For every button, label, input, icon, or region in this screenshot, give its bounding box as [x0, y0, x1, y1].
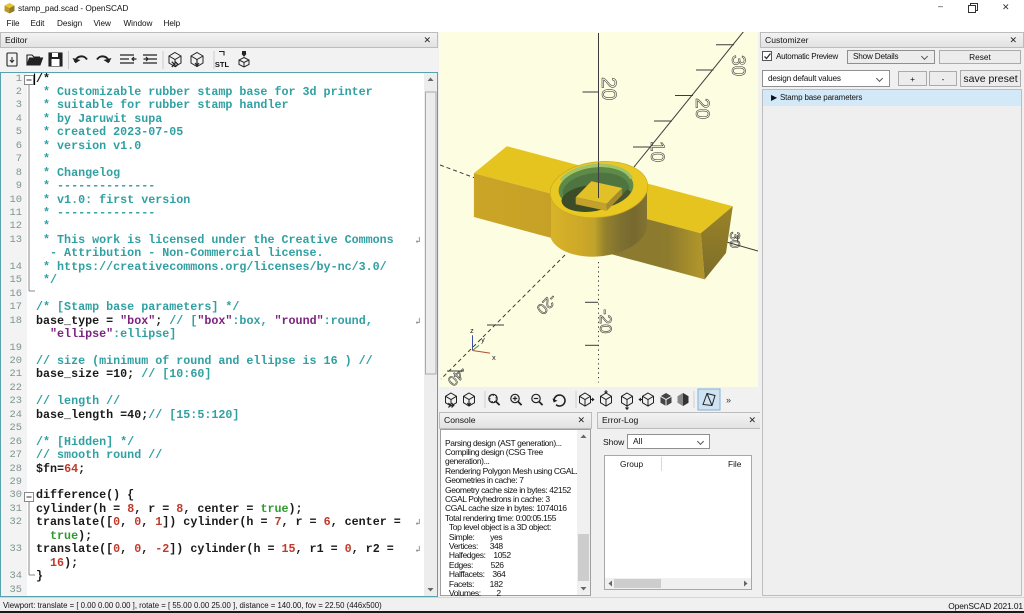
svg-text:z: z	[470, 326, 474, 335]
svg-text:»: »	[726, 395, 731, 405]
svg-text:-40: -40	[444, 364, 470, 387]
svg-text:20: 20	[597, 77, 620, 100]
svg-text:-20: -20	[533, 290, 560, 317]
svg-text:-20: -20	[596, 309, 615, 334]
svg-text:10: 10	[646, 141, 667, 162]
svg-text:x: x	[492, 353, 496, 362]
svg-text:STL: STL	[215, 60, 230, 69]
svg-text:y: y	[481, 335, 485, 344]
svg-text:20: 20	[691, 98, 712, 119]
svg-text:30: 30	[727, 55, 748, 76]
